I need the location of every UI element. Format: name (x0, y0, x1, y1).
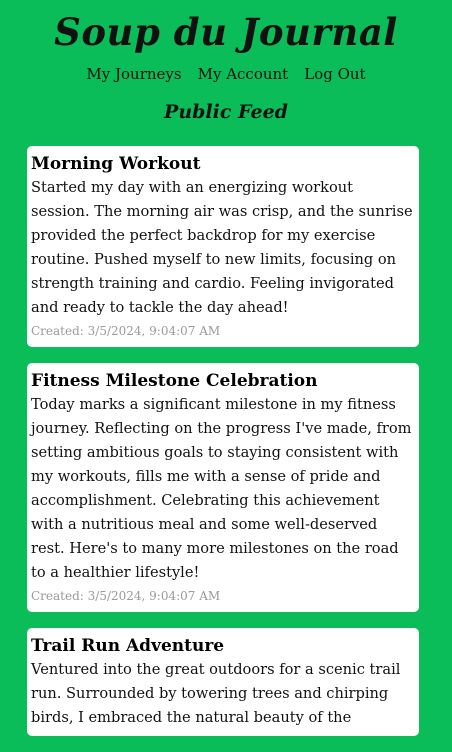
nav-my-journeys-link[interactable]: My Journeys (86, 62, 181, 86)
post-title: Morning Workout (31, 154, 201, 174)
post-card: Fitness Milestone Celebration Today mark… (27, 363, 419, 612)
main-nav: My Journeys My Account Log Out (0, 62, 452, 86)
public-feed: Morning Workout Started my day with an e… (27, 146, 419, 752)
nav-log-out-link[interactable]: Log Out (304, 62, 365, 86)
post-title: Fitness Milestone Celebration (31, 371, 318, 391)
app-header: Soup du Journal My Journeys My Account L… (0, 0, 452, 126)
post-created-date: Created: 3/5/2024, 9:04:07 AM (31, 324, 221, 338)
post-title: Trail Run Adventure (31, 636, 225, 656)
post-card: Trail Run Adventure Ventured into the gr… (27, 628, 419, 736)
nav-my-account-link[interactable]: My Account (198, 62, 289, 86)
app-title: Soup du Journal (54, 10, 398, 54)
post-body: Ventured into the great outdoors for a s… (31, 661, 401, 726)
post-created-date: Created: 3/5/2024, 9:04:07 AM (31, 589, 221, 603)
post-card: Morning Workout Started my day with an e… (27, 146, 419, 347)
post-body: Today marks a significant milestone in m… (31, 396, 412, 581)
feed-title: Public Feed (164, 101, 288, 123)
post-body: Started my day with an energizing workou… (31, 179, 413, 316)
